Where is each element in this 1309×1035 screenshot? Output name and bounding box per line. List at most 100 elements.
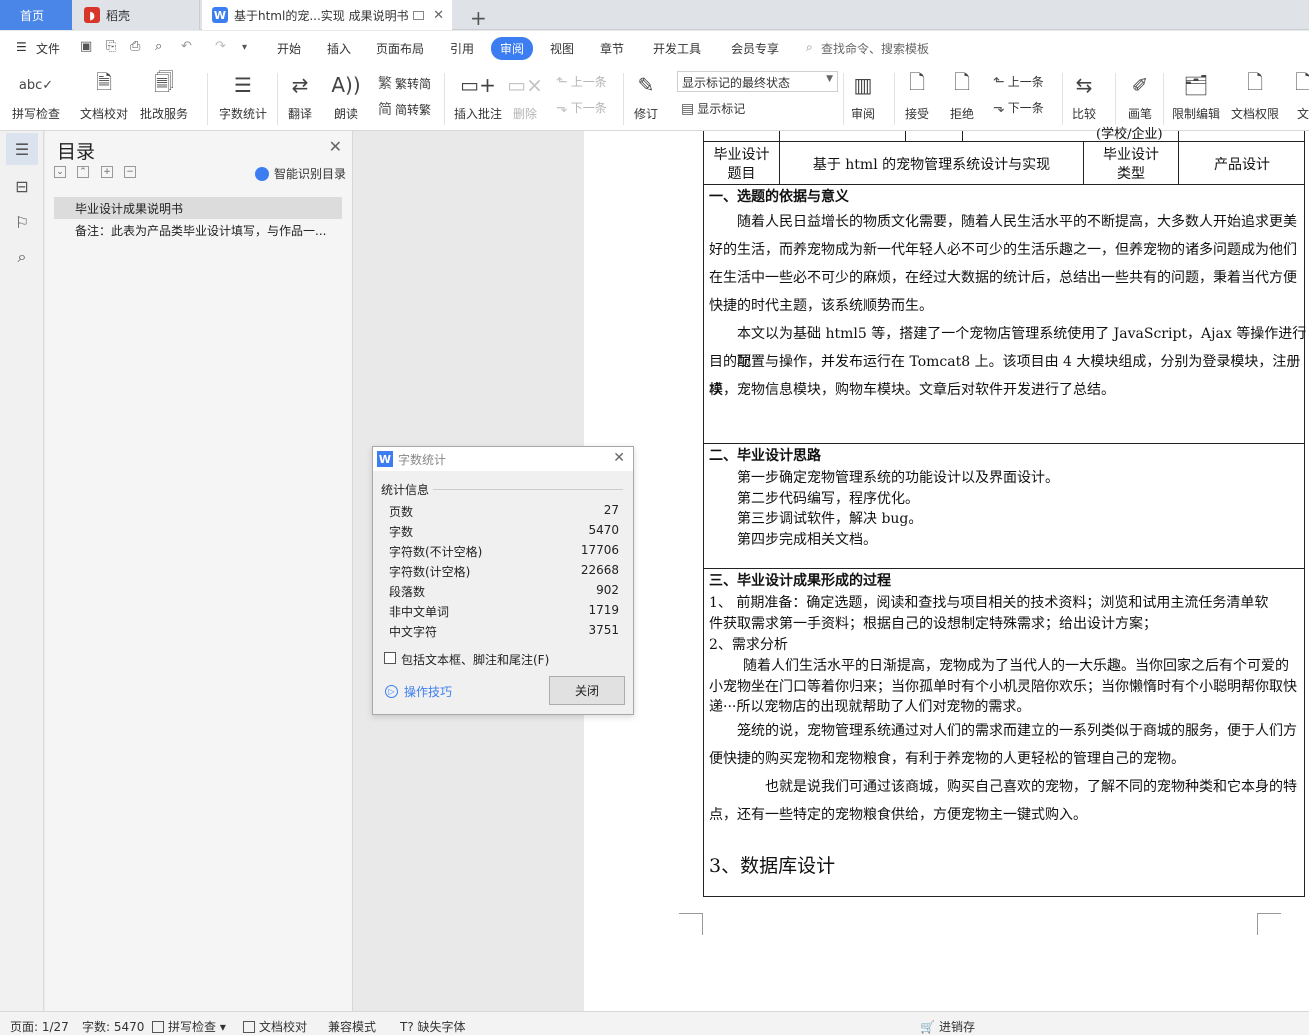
print-icon[interactable]: ⎙ xyxy=(130,39,144,55)
table-cell: 毕业设计 xyxy=(1103,147,1159,163)
stat-label: 非中文单词 xyxy=(389,605,450,619)
simp-trad-icon: 简 xyxy=(378,102,392,118)
stat-value: 17706 xyxy=(580,543,619,557)
restrict-edit-button[interactable]: 🗂 限制编辑 xyxy=(1172,71,1220,122)
more-button[interactable]: 🗋 文 xyxy=(1290,70,1309,122)
spellcheck-label: 拼写检查 xyxy=(12,107,61,121)
dialog-titlebar[interactable]: W 字数统计 ✕ xyxy=(373,447,633,471)
stat-value: 22668 xyxy=(580,563,619,577)
toc-item[interactable]: 毕业设计成果说明书 xyxy=(54,197,342,219)
inventory-button[interactable]: 🛒 进销存 xyxy=(920,1018,975,1035)
prev-comment-button[interactable]: ⬑ 上一条 xyxy=(556,73,607,90)
next-change-button[interactable]: ⬎ 下一条 xyxy=(993,99,1044,116)
menu-file[interactable]: 文件 xyxy=(36,40,60,57)
menu-review[interactable]: 审阅 xyxy=(491,37,534,60)
tab-daoke[interactable]: ◗ 稻壳 xyxy=(74,0,200,30)
pen-label: 画笔 xyxy=(1127,107,1152,121)
page-indicator[interactable]: 页面: 1/27 xyxy=(10,1018,69,1035)
pen-button[interactable]: ✐ 画笔 xyxy=(1127,71,1153,122)
table-line xyxy=(905,131,906,141)
menu-start[interactable]: 开始 xyxy=(277,40,301,57)
doccheck-status-icon xyxy=(243,1021,255,1033)
accept-button[interactable]: 🗋 接受 xyxy=(904,70,930,122)
prev-comment-label: 上一条 xyxy=(570,75,607,89)
include-textbox-label[interactable]: 包括文本框、脚注和尾注(F) xyxy=(401,651,549,668)
track-changes-button[interactable]: ✎ 修订 xyxy=(633,71,659,122)
new-tab-button[interactable]: + xyxy=(460,3,497,33)
trad-simp-icon: 繁 xyxy=(378,76,392,92)
toc-item[interactable]: 备注：此表为产品类毕业设计填写，与作品一... xyxy=(75,222,335,239)
section-nav-icon[interactable]: ⊟ xyxy=(11,175,33,197)
next-comment-button[interactable]: ⬎ 下一条 xyxy=(556,99,607,116)
tips-link[interactable]: ▷ 操作技巧 xyxy=(385,683,452,700)
doccheck-status[interactable]: 文档校对 xyxy=(243,1018,307,1035)
prev-change-button[interactable]: ⬑ 上一条 xyxy=(993,73,1044,90)
menu-member[interactable]: 会员专享 xyxy=(731,40,779,57)
menu-page-layout[interactable]: 页面布局 xyxy=(376,40,424,57)
tab-home[interactable]: 首页 xyxy=(0,0,72,30)
show-markup-button[interactable]: ▤ 显示标记 xyxy=(681,100,745,117)
search-icon[interactable]: ⌕ xyxy=(11,246,33,268)
translate-label: 翻译 xyxy=(287,107,312,121)
paragraph-line: 1、 前期准备：确定选题，阅读和查找与项目相关的技术资料；浏览和试用主流任务清单… xyxy=(709,595,1269,611)
doccheck-button[interactable]: 🗎 文档校对 xyxy=(80,70,128,122)
lock-icon: 🗂 xyxy=(1183,73,1209,97)
chevron-down-icon[interactable]: ▾ xyxy=(242,42,256,58)
insert-comment-button[interactable]: ▭+ 插入批注 xyxy=(454,71,502,122)
menu-chapter[interactable]: 章节 xyxy=(600,40,624,57)
spellcheck-button[interactable]: abc✓ 拼写检查 xyxy=(12,71,60,122)
trad-to-simp-button[interactable]: 繁繁转简 xyxy=(378,73,431,93)
paragraph-line: 第一步确定宠物管理系统的功能设计以及界面设计。 xyxy=(737,470,1059,486)
search-command-input[interactable]: 查找命令、搜索模板 xyxy=(821,40,929,57)
doc-rights-button[interactable]: 🗋 文档权限 xyxy=(1231,70,1279,122)
save-icon[interactable]: ▣ xyxy=(80,39,94,55)
section-divider xyxy=(433,489,623,490)
add-entry-icon[interactable]: + xyxy=(101,166,113,178)
markup-display-select[interactable]: 显示标记的最终状态 ▼ xyxy=(677,71,838,92)
smart-toc-label: 智能识别目录 xyxy=(274,167,347,181)
missing-font-status[interactable]: T? 缺失字体 xyxy=(400,1018,466,1035)
stat-row: 段落数 902 xyxy=(389,583,619,600)
bookmark-icon[interactable]: ⚐ xyxy=(11,211,33,233)
menu-reference[interactable]: 引用 xyxy=(450,40,474,57)
redo-icon[interactable]: ↷ xyxy=(215,39,229,55)
print-preview-icon[interactable]: ⌕ xyxy=(155,39,169,55)
hamburger-icon[interactable]: ☰ xyxy=(16,40,27,54)
export-pdf-icon[interactable]: ⎘ xyxy=(106,39,120,55)
collapse-all-icon[interactable]: ⌄ xyxy=(54,166,66,178)
menu-view[interactable]: 视图 xyxy=(550,40,574,57)
tab-document[interactable]: W 基于html的宠...实现 成果说明书 ✕ xyxy=(202,0,452,30)
table-line xyxy=(962,131,963,141)
remove-entry-icon[interactable]: − xyxy=(124,166,136,178)
read-aloud-button[interactable]: A)) 朗读 xyxy=(331,71,360,122)
menu-dev-tools[interactable]: 开发工具 xyxy=(653,40,701,57)
wordcount-button[interactable]: ☰ 字数统计 xyxy=(219,71,267,122)
close-icon[interactable]: ✕ xyxy=(613,450,625,466)
close-icon[interactable]: ✕ xyxy=(329,137,342,156)
batch-service-button[interactable]: 🗐 批改服务 xyxy=(140,70,188,122)
paragraph-line: 好的生活，而养宠物成为新一代年轻人必不可少的生活乐趣之一，但养宠物的诸多问题成为… xyxy=(709,242,1297,258)
wordcount-label: 字数统计 xyxy=(219,107,268,121)
compare-button[interactable]: ⇆ 比较 xyxy=(1071,71,1097,122)
smart-toc-button[interactable]: 智能识别目录 xyxy=(255,165,346,182)
simp-to-trad-button[interactable]: 简简转繁 xyxy=(378,99,431,119)
word-count-indicator[interactable]: 字数: 5470 xyxy=(82,1018,144,1035)
delete-comment-icon: ▭× xyxy=(507,73,543,97)
close-button[interactable]: 关闭 xyxy=(549,676,625,705)
delete-comment-button[interactable]: ▭× 删除 xyxy=(507,71,543,122)
translate-button[interactable]: ⇄ 翻译 xyxy=(287,71,313,122)
search-icon[interactable]: ⌕ xyxy=(806,40,813,55)
toc-icon[interactable]: ☰ xyxy=(6,133,38,165)
window-icon[interactable] xyxy=(413,10,424,20)
close-icon[interactable]: ✕ xyxy=(433,8,444,23)
reject-button[interactable]: 🗋 拒绝 xyxy=(949,70,975,122)
stat-label: 字数 xyxy=(389,525,414,539)
include-textbox-checkbox[interactable] xyxy=(384,652,396,664)
stat-value: 5470 xyxy=(588,523,619,537)
expand-all-icon[interactable]: ⌃ xyxy=(77,166,89,178)
review-pane-button[interactable]: ▥ 审阅 xyxy=(850,71,876,122)
tips-label: 操作技巧 xyxy=(404,685,453,699)
menu-insert[interactable]: 插入 xyxy=(327,40,351,57)
spellcheck-status[interactable]: 拼写检查 ▾ xyxy=(152,1018,226,1035)
undo-icon[interactable]: ↶ xyxy=(181,39,195,55)
